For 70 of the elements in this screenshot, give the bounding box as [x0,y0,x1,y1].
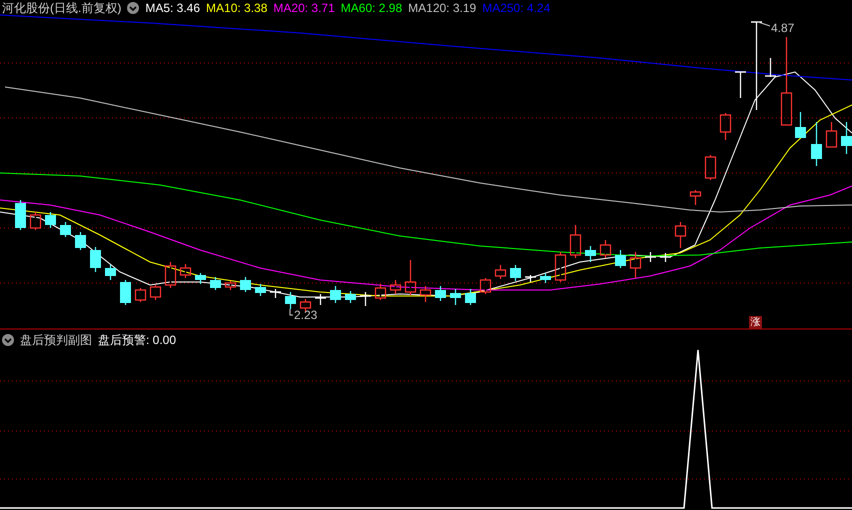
dropdown-icon[interactable] [127,2,140,14]
candlestick [674,222,686,248]
candlestick [720,113,732,140]
candlestick [60,222,71,237]
candlestick [255,284,266,296]
candlestick [645,252,656,262]
candlestick [704,155,716,180]
candlestick [795,112,806,138]
candlestick [105,265,116,280]
candlestick [570,225,582,258]
candlestick [465,289,476,305]
candlestick [390,280,402,294]
candlestick [841,122,852,154]
indicator-title: 盘后预判副图 [20,332,92,349]
candlestick [300,299,312,312]
candlestick [345,291,356,303]
candlestick [494,265,506,279]
candlestick [525,275,536,282]
candlestick [585,246,596,262]
candlestick [811,122,822,166]
indicator-value: 盘后预警: 0.00 [98,332,176,349]
candlestick [315,294,326,305]
candlestick [15,200,26,230]
candlestick [164,262,176,288]
candlestick [374,284,386,300]
stock-title: 河化股份(日线.前复权) [2,0,122,17]
candlestick [75,232,86,250]
candlestick [224,281,236,290]
candlestick [195,273,206,284]
candlestick [690,190,702,205]
candlestick [735,71,746,98]
candlestick [540,273,551,283]
candlestick [510,265,521,281]
candlestick [450,289,461,305]
candlestick [660,253,671,262]
dropdown-icon[interactable] [2,334,14,346]
candlestick [420,286,432,302]
candlestick [600,240,612,258]
moving-average-value: MA60: 2.98 [340,0,402,17]
candlestick [285,292,296,309]
candlestick [765,58,776,77]
candlestick [404,260,416,295]
candlestick [134,288,146,302]
low-price-label: 2.23 [294,308,318,322]
candlestick [330,286,341,303]
rise-badge: 涨 [749,316,762,329]
moving-average-value: MA250: 4.24 [482,0,550,17]
candlestick [90,247,101,272]
candlestick [480,278,492,294]
candlestick [630,252,642,278]
leader-line [758,22,770,26]
moving-average-value: MA20: 3.71 [273,0,335,17]
candlestick [150,285,162,300]
candlestick [615,250,626,268]
candlestick [435,286,446,301]
high-price-label: 4.87 [771,21,794,35]
candlestick [120,280,131,305]
candlestick [180,264,192,278]
candlestick [30,212,42,230]
candlestick [554,252,566,282]
candlestick [826,122,838,148]
leader-line [290,308,294,316]
moving-average-value: MA10: 3.38 [206,0,268,17]
candlestick [45,212,56,228]
moving-average-value: MA5: 3.46 [145,0,200,17]
candlestick [270,289,281,298]
candlestick [360,292,371,306]
moving-average-value: MA120: 3.19 [408,0,476,17]
candlestick [240,277,251,292]
candlestick [210,277,221,290]
